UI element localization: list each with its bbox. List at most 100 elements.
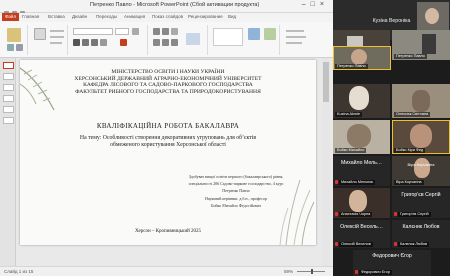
participant-tile[interactable]: Віра Корчагіна Віра Корчагіна [392,156,450,186]
section-button[interactable] [50,42,62,44]
participant-tile[interactable]: Олексюк Світлана [392,84,450,118]
department-line: КАФЕДРА ЛІСОВОГО ТА САДОВО-ПАРКОВОГО ГОС… [83,82,253,89]
participant-tile[interactable]: Петренко Павло [392,30,450,60]
font-size-select[interactable] [115,28,129,35]
shadow-icon[interactable] [100,39,107,46]
participants-gallery: Кузіна Вероніка Кузіна Вероніка Петренко… [333,0,450,276]
powerpoint-title-bar: Петренко Павло - Microsoft PowerPoint (С… [0,0,333,16]
supervisor-name: Бойко Михайло Федосійович [211,202,261,208]
slide-thumbnail[interactable] [3,106,14,113]
tab-insert[interactable]: Вставка [48,14,65,19]
participant-label: Анастасія Чорна [339,212,373,217]
participant-label: Михайло Мельник [339,180,376,185]
replace-button[interactable] [286,36,306,38]
participant-tile[interactable]: Федорович Єгор Федорович Єгор [353,250,431,276]
participant-video [422,34,436,54]
university-header: МІНІСТЕРСТВО ОСВІТИ І НАУКИ УКРАЇНИ ХЕРС… [40,69,296,95]
mic-muted-icon [394,242,397,246]
bold-icon[interactable] [73,39,80,46]
slide-counter: Слайд 1 из 15 [4,269,34,274]
tab-slideshow[interactable]: Показ слайдов [152,14,183,19]
degree-line: Здобувач вищої освіти першого (бакалаврс… [188,174,284,179]
tab-home[interactable]: Главная [22,14,39,19]
participant-label: Бойко Кіри Фед [394,148,426,153]
faculty-line: ФАКУЛЬТЕТ РИБНОГО ГОСПОДАРСТВА ТА ПРИРОД… [75,88,261,95]
font-name-select[interactable] [73,28,113,35]
ribbon [0,22,333,58]
select-button[interactable] [286,42,302,44]
university-line: ХЕРСОНСЬКИЙ ДЕРЖАВНИЙ АГРАРНО-ЕКОНОМІЧНИ… [74,75,262,82]
participant-label: Федорович Єгор [359,270,392,275]
underline-icon[interactable] [91,39,98,46]
slide-thumbnail[interactable] [3,84,14,91]
tab-transitions[interactable]: Переходы [96,14,117,19]
slide-thumbnail[interactable] [3,95,14,102]
zoom-slider-knob[interactable] [311,269,313,274]
slide-thumbnail[interactable] [3,117,14,124]
slide-thumbnail[interactable] [3,62,14,69]
window-controls[interactable]: –□× [302,1,329,8]
scrollbar-thumb[interactable] [323,62,329,102]
numbering-icon[interactable] [162,28,169,35]
quick-styles-icon[interactable] [264,28,276,40]
mic-muted-icon [335,212,338,216]
align-center-icon[interactable] [162,39,169,46]
window-title: Петренко Павло - Microsoft PowerPoint (С… [90,2,260,8]
participant-face [349,86,369,110]
specialty-line: спеціальності 206 Садово-паркове господа… [188,181,284,187]
paste-icon[interactable] [7,28,21,42]
align-right-icon[interactable] [171,39,178,46]
grow-font-icon[interactable] [132,28,139,35]
layout-button[interactable] [50,30,64,32]
cut-icon[interactable] [7,44,14,51]
font-color-icon[interactable] [120,39,127,46]
qualification-title: КВАЛІФІКАЦІЙНА РОБОТА БАКАЛАВРА [96,122,240,130]
thesis-topic: На тему: Особливості створення декоратив… [36,135,300,149]
participant-label: Віра Корчагіна [394,180,424,185]
smartart-icon[interactable] [186,33,200,45]
participant-tile[interactable]: Kuzina Akmie [333,84,390,118]
tab-animations[interactable]: Анимация [124,14,145,19]
author-info: Здобувач вищої освіти першого (бакалаврс… [176,173,296,209]
tab-review[interactable]: Рецензирование [188,14,223,19]
indent-icon[interactable] [171,28,178,35]
mic-muted-icon [394,212,397,216]
participant-tile[interactable]: Григор'єв Сергій Григор'єв Сергій [392,188,450,218]
shapes-gallery[interactable] [213,28,243,46]
participant-tile[interactable]: Олексій Весель… Олексій Веселов [333,220,390,248]
topic-line-1: На тему: Особливості створення декоратив… [79,135,257,141]
tab-file[interactable]: Файл [2,13,20,21]
bullets-icon[interactable] [153,28,160,35]
find-button[interactable] [286,30,304,32]
vertical-scrollbar[interactable] [322,58,330,266]
clipboard-group [2,25,28,55]
align-left-icon[interactable] [153,39,160,46]
supervisor-line: Науковий керівник: д.б.н., професор [205,195,267,201]
slide-thumbnails-pane [0,58,16,266]
tab-view[interactable]: Вид [228,14,236,19]
participant-face [412,90,430,112]
quick-access-toolbar[interactable] [4,3,44,16]
zoom-level[interactable]: 59% [284,269,293,274]
participant-tile[interactable]: Бойко Кіри Фед [392,120,450,154]
participant-tile[interactable]: Анастасія Чорна [333,188,390,218]
topic-line-2: обмеженого користування Херсонської обла… [110,142,226,148]
participant-tile[interactable]: Михайло Мель… Михайло Мельник [333,156,390,186]
participant-label: Григор'єв Сергій [398,212,431,217]
participant-tile[interactable]: Калєник Любов Калєник Любов [392,220,450,248]
active-speaker-tile[interactable]: Петренко Павло [333,46,391,70]
mic-muted-icon [335,180,338,184]
participant-tile[interactable]: Бойко Михайло [333,120,390,154]
slide-canvas[interactable]: МІНІСТЕРСТВО ОСВІТИ І НАУКИ УКРАЇНИ ХЕРС… [20,60,316,245]
participant-name: Віра Корчагіна [407,162,435,167]
reset-button[interactable] [50,36,64,38]
tab-design[interactable]: Дизайн [72,14,87,19]
status-bar: Слайд 1 из 15 59% [0,266,333,276]
slide-thumbnail[interactable] [3,73,14,80]
new-slide-icon[interactable] [34,28,46,40]
arrange-icon[interactable] [248,28,260,40]
italic-icon[interactable] [82,39,89,46]
copy-icon[interactable] [16,44,23,51]
participant-label: Калєник Любов [398,242,430,247]
drawing-group [210,25,280,55]
